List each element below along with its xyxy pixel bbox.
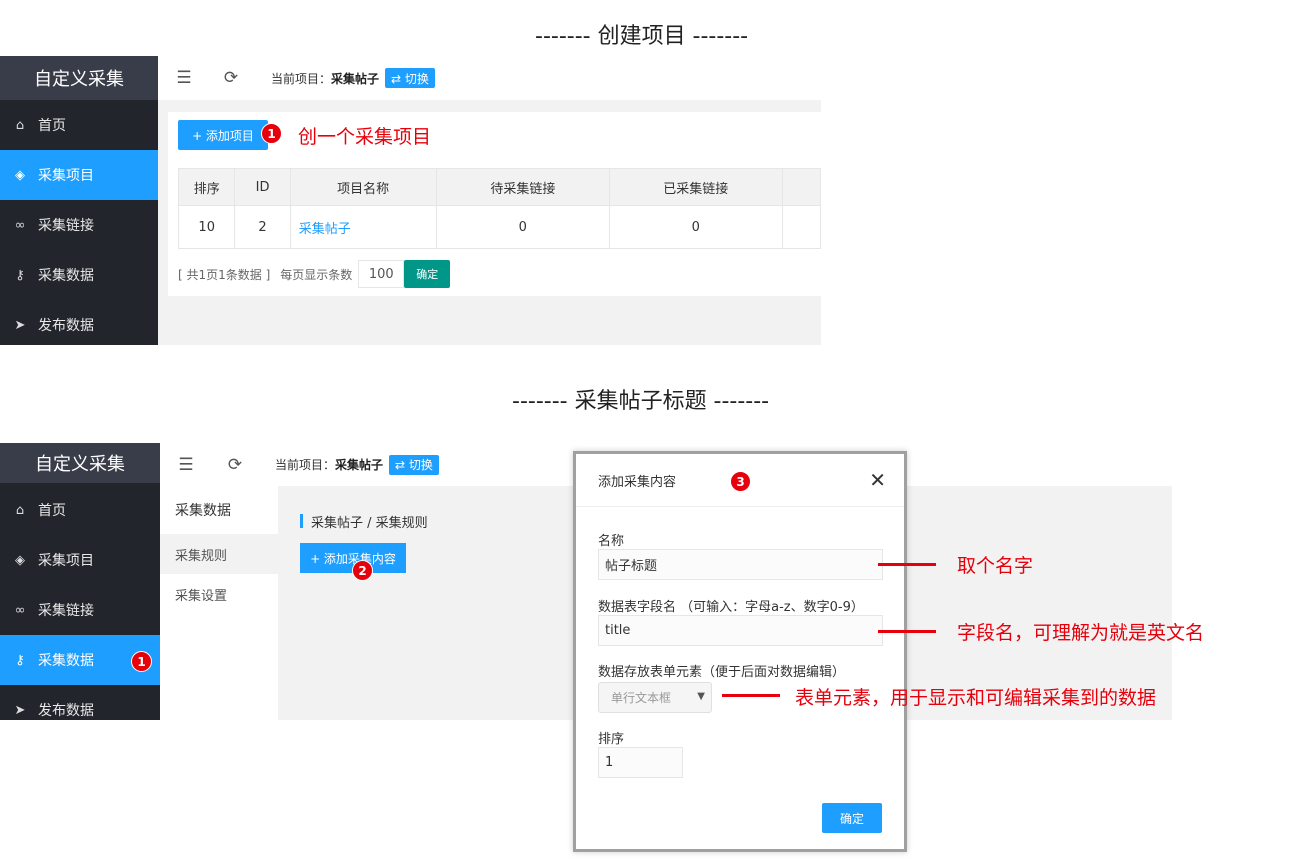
switch-project-button[interactable]: ⇄ 切换 [385,68,435,88]
subnav-item-rules[interactable]: 采集规则 [160,534,278,574]
step-badge-1: 1 [261,123,282,144]
subnav-item-settings[interactable]: 采集设置 [160,574,278,614]
panel-create-project: 自定义采集 ⌂ 首页 ◈ 采集项目 ∞ 采集链接 ⚷ 采集数据 ➤ 发布数据 ☰… [0,56,821,345]
brand-title: 自定义采集 [0,56,158,100]
sidebar-item-label: 首页 [38,503,66,519]
project-table: 排序 ID 项目名称 待采集链接 已采集链接 10 2 采集帖子 0 0 [177,168,821,249]
sidebar-item-label: 采集项目 [38,168,94,184]
step-badge-3: 3 [730,471,751,492]
sidebar-item-label: 采集链接 [38,603,94,619]
paper-plane-icon: ➤ [14,317,26,333]
sidebar-item-label: 采集数据 [38,268,94,284]
col-project-name: 项目名称 [289,168,437,206]
cell-project-name: 采集帖子 [289,205,437,249]
col-pending-links: 待采集链接 [435,168,611,206]
sidebar-item-label: 采集项目 [38,553,94,569]
field-name-input[interactable]: title [598,615,883,646]
step-badge-2: 2 [352,560,373,581]
switch-project-button[interactable]: ⇄ 切换 [389,454,439,475]
pagination: [ 共1页1条数据 ] 每页显示条数 100 确定 [178,260,451,288]
top-bar: ☰ ⟳ 当前项目： 采集帖子 ⇄ 切换 [158,56,821,100]
sidebar-item-data[interactable]: ⚷ 采集数据 [0,250,158,300]
section-title-collect-title: ------- 采集帖子标题 ------- [512,389,770,414]
annotation-pointer-field [878,630,936,633]
layers-icon: ◈ [15,167,25,183]
cell-pending: 0 [435,205,611,249]
per-page-label: 每页显示条数 [280,267,353,282]
link-icon: ∞ [14,217,26,233]
layers-icon: ◈ [15,552,25,568]
sidebar-item-links[interactable]: ∞ 采集链接 [0,200,158,250]
form-element-select[interactable]: 单行文本框 ▼ [598,682,712,713]
dialog-confirm-button[interactable]: 确定 [822,803,882,833]
home-icon: ⌂ [15,502,25,518]
annotation-create-project: 创一个采集项目 [298,126,432,148]
col-id: ID [234,168,291,206]
close-icon[interactable]: ✕ [869,468,886,492]
refresh-icon[interactable]: ⟳ [221,68,241,88]
sidebar-item-publish[interactable]: ➤ 发布数据 [0,685,160,720]
refresh-icon[interactable]: ⟳ [225,455,245,475]
annotation-pointer-name [878,563,936,566]
sidebar: 自定义采集 ⌂ 首页 ◈ 采集项目 ∞ 采集链接 ⚷ 采集数据 ➤ 发布数据 [0,443,160,720]
sidebar-item-publish[interactable]: ➤ 发布数据 [0,300,158,345]
name-input[interactable]: 帖子标题 [598,549,883,580]
link-icon: ∞ [14,602,26,618]
current-project-name: 采集帖子 [335,458,384,472]
cell-id: 2 [234,205,291,249]
chevron-down-icon: ▼ [697,691,705,702]
sidebar-item-label: 发布数据 [38,318,94,334]
annotation-pointer-element [722,694,780,697]
current-project-name: 采集帖子 [331,71,380,86]
sidebar-item-home[interactable]: ⌂ 首页 [0,485,160,535]
sidebar: 自定义采集 ⌂ 首页 ◈ 采集项目 ∞ 采集链接 ⚷ 采集数据 ➤ 发布数据 [0,56,158,345]
field-name-label: 数据表字段名 （可输入：字母a-z、数字0-9） [598,600,864,615]
home-icon: ⌂ [15,117,25,133]
current-project-label: 当前项目： [275,458,336,472]
col-order: 排序 [177,168,236,206]
cell-collected: 0 [609,205,783,249]
key-icon: ⚷ [15,652,25,668]
sidebar-item-label: 首页 [38,118,66,134]
name-label: 名称 [598,534,625,549]
sidebar-item-label: 采集数据 [38,653,94,669]
form-element-value: 单行文本框 [611,691,672,705]
breadcrumb: 采集帖子 / 采集规则 [300,514,428,531]
project-name-link[interactable]: 采集帖子 [299,222,351,237]
pager-summary: [ 共1页1条数据 ] [178,267,271,282]
collapse-menu-icon[interactable]: ☰ [175,68,193,88]
cell-order: 10 [177,205,236,249]
section-title-create-project: ------- 创建项目 ------- [535,24,749,49]
sidebar-item-links[interactable]: ∞ 采集链接 [0,585,160,635]
sidebar-item-label: 采集链接 [38,218,94,234]
dialog-title: 添加采集内容 [598,474,677,490]
annotation-name-hint: 取个名字 [957,555,1034,577]
sub-navigation: 采集数据 采集规则 采集设置 [160,486,278,720]
add-content-dialog: 添加采集内容 ✕ 3 名称 帖子标题 数据表字段名 （可输入：字母a-z、数字0… [573,451,907,852]
order-label: 排序 [598,732,625,747]
col-more [781,168,821,206]
table-row: 10 2 采集帖子 0 0 [177,205,821,249]
order-input[interactable]: 1 [598,747,683,778]
sidebar-item-home[interactable]: ⌂ 首页 [0,100,158,150]
current-project-label: 当前项目： [271,71,332,86]
annotation-element-hint: 表单元素，用于显示和可编辑采集到的数据 [795,687,1157,709]
add-project-button[interactable]: + 添加项目 [178,120,268,150]
sidebar-item-projects[interactable]: ◈ 采集项目 [0,150,158,200]
annotation-field-hint: 字段名，可理解为就是英文名 [957,622,1205,644]
step-badge-1: 1 [131,651,152,672]
cell-more [781,205,821,249]
collapse-menu-icon[interactable]: ☰ [177,455,195,475]
pager-confirm-button[interactable]: 确定 [404,260,451,288]
col-collected-links: 已采集链接 [609,168,783,206]
subnav-title: 采集数据 [175,503,231,519]
brand-title: 自定义采集 [0,443,160,483]
paper-plane-icon: ➤ [14,702,26,718]
form-element-label: 数据存放表单元素（便于后面对数据编辑） [598,665,846,680]
per-page-input[interactable]: 100 [358,260,405,288]
sidebar-item-projects[interactable]: ◈ 采集项目 [0,535,160,585]
key-icon: ⚷ [15,267,25,283]
sidebar-item-label: 发布数据 [38,703,94,719]
